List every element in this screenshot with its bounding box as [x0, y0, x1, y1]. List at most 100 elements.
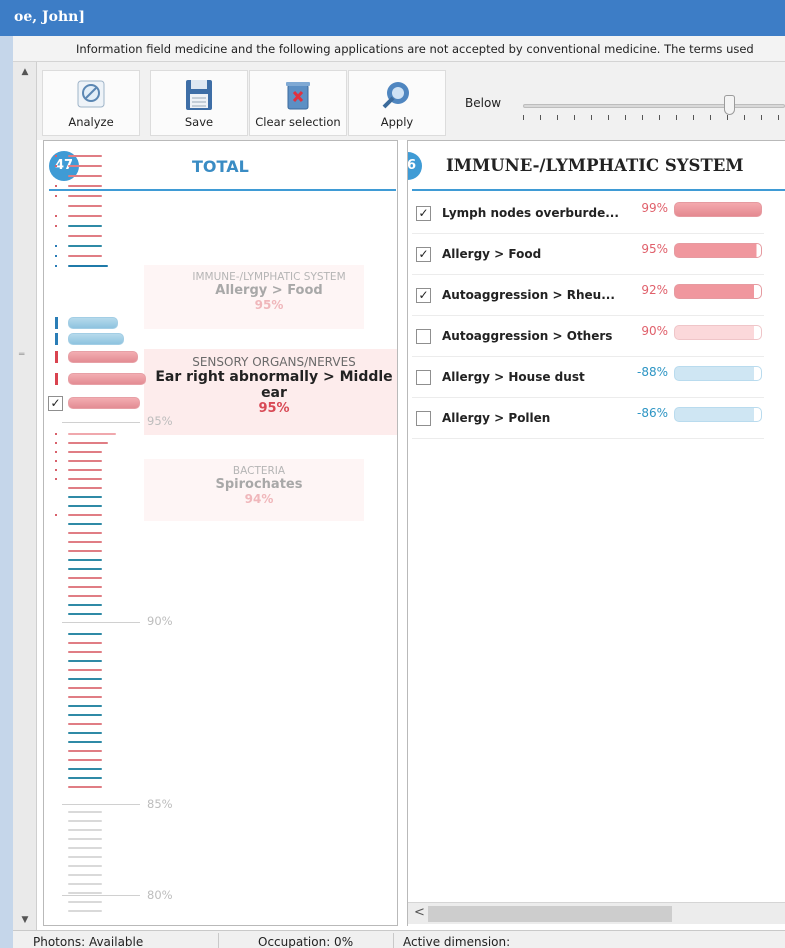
result-bar[interactable] [68, 175, 102, 177]
result-bar[interactable] [68, 838, 102, 840]
list-item[interactable]: ✓ Lymph nodes overburde... 99% [412, 193, 764, 234]
scroll-down-icon[interactable]: ▼ [13, 912, 37, 928]
callout-immune[interactable]: IMMUNE-/LYMPHATIC SYSTEM Allergy > Food … [164, 271, 374, 312]
result-bar[interactable] [68, 892, 102, 894]
row-checkbox[interactable] [416, 370, 431, 385]
threshold-slider[interactable] [523, 95, 785, 129]
vertical-scrollbar[interactable]: ▲ ═ ▼ [13, 62, 37, 930]
result-bar-highlight[interactable] [68, 317, 118, 329]
slider-thumb[interactable] [724, 95, 735, 115]
result-bar[interactable] [68, 265, 108, 267]
clear-selection-button[interactable]: Clear selection [249, 70, 347, 136]
row-checkbox[interactable] [416, 411, 431, 426]
result-bar[interactable] [68, 874, 102, 876]
result-bar[interactable] [68, 705, 102, 707]
result-bar[interactable] [68, 901, 102, 903]
result-bar-highlight[interactable] [68, 351, 138, 363]
result-bar[interactable] [68, 768, 102, 770]
result-bar[interactable] [68, 532, 102, 534]
scroll-thumb[interactable] [428, 906, 672, 922]
callout-bacteria[interactable]: BACTERIA Spirochates 94% [164, 465, 354, 506]
result-bar[interactable] [68, 255, 102, 257]
result-bar[interactable] [68, 550, 102, 552]
apply-button[interactable]: Apply [348, 70, 446, 136]
result-bar[interactable] [68, 442, 108, 444]
list-item[interactable]: ✓ Allergy > Food 95% [412, 234, 764, 275]
result-bar[interactable] [68, 245, 102, 247]
row-label: Allergy > Food [442, 247, 542, 261]
result-bar[interactable] [68, 865, 102, 867]
result-bar[interactable] [68, 225, 102, 227]
list-item[interactable]: Autoaggression > Others 90% [412, 316, 764, 357]
result-bar[interactable] [68, 820, 102, 822]
result-bar[interactable] [68, 723, 102, 725]
result-bar[interactable] [68, 669, 102, 671]
result-bar[interactable] [68, 195, 102, 197]
result-bar[interactable] [68, 811, 102, 813]
result-bar[interactable] [68, 155, 102, 157]
scroll-left-icon[interactable]: < [414, 905, 425, 920]
result-bar[interactable] [68, 613, 102, 615]
result-bar[interactable] [68, 678, 102, 680]
result-bar[interactable] [68, 235, 102, 237]
horizontal-scrollbar[interactable]: < [408, 902, 785, 924]
result-bar[interactable] [68, 215, 102, 217]
result-bar[interactable] [68, 460, 102, 462]
result-bar[interactable] [68, 750, 102, 752]
result-bar[interactable] [68, 687, 102, 689]
result-bar[interactable] [68, 478, 102, 480]
result-bar[interactable] [68, 777, 102, 779]
axis-label-85: 85% [147, 797, 173, 811]
callout-sensory[interactable]: SENSORY ORGANS/NERVES Ear right abnormal… [152, 355, 396, 416]
result-bar[interactable] [68, 910, 102, 912]
result-bar[interactable] [68, 714, 102, 716]
result-bar[interactable] [68, 469, 102, 471]
row-checkbox[interactable] [416, 329, 431, 344]
scroll-grip-icon[interactable]: ═ [19, 350, 24, 360]
result-bar[interactable] [68, 523, 102, 525]
result-bar[interactable] [68, 759, 102, 761]
result-bar[interactable] [68, 205, 102, 207]
result-bar-highlight[interactable] [68, 373, 146, 385]
slider-track[interactable] [523, 104, 785, 108]
result-bar[interactable] [68, 829, 102, 831]
result-bar[interactable] [68, 604, 102, 606]
result-bar[interactable] [68, 514, 102, 516]
scroll-up-icon[interactable]: ▲ [13, 64, 37, 80]
result-bar[interactable] [68, 541, 102, 543]
list-item[interactable]: Allergy > Pollen -86% [412, 398, 764, 439]
result-bar[interactable] [68, 847, 102, 849]
save-button[interactable]: Save [150, 70, 248, 136]
result-bar[interactable] [68, 586, 102, 588]
result-bar[interactable] [68, 642, 102, 644]
result-bar-highlight[interactable] [68, 397, 140, 409]
list-item[interactable]: ✓ Autoaggression > Rheu... 92% [412, 275, 764, 316]
result-bar[interactable] [68, 577, 102, 579]
total-item-checkbox[interactable]: ✓ [48, 396, 63, 411]
analyze-button[interactable]: Analyze [42, 70, 140, 136]
result-bar[interactable] [68, 696, 102, 698]
result-bar-highlight[interactable] [68, 333, 124, 345]
result-bar[interactable] [68, 660, 102, 662]
result-bar[interactable] [68, 505, 102, 507]
list-item[interactable]: Allergy > House dust -88% [412, 357, 764, 398]
result-bar[interactable] [68, 786, 102, 788]
result-bar[interactable] [68, 433, 116, 435]
result-bar[interactable] [68, 451, 102, 453]
result-bar[interactable] [68, 741, 102, 743]
result-bar[interactable] [68, 732, 102, 734]
result-bar[interactable] [68, 185, 102, 187]
result-bar[interactable] [68, 856, 102, 858]
row-checkbox[interactable]: ✓ [416, 206, 431, 221]
result-bar[interactable] [68, 165, 102, 167]
result-bar[interactable] [68, 559, 102, 561]
row-checkbox[interactable]: ✓ [416, 247, 431, 262]
result-bar[interactable] [68, 595, 102, 597]
result-bar[interactable] [68, 496, 102, 498]
result-bar[interactable] [68, 633, 102, 635]
row-checkbox[interactable]: ✓ [416, 288, 431, 303]
result-bar[interactable] [68, 487, 102, 489]
result-bar[interactable] [68, 883, 102, 885]
result-bar[interactable] [68, 651, 102, 653]
result-bar[interactable] [68, 568, 102, 570]
